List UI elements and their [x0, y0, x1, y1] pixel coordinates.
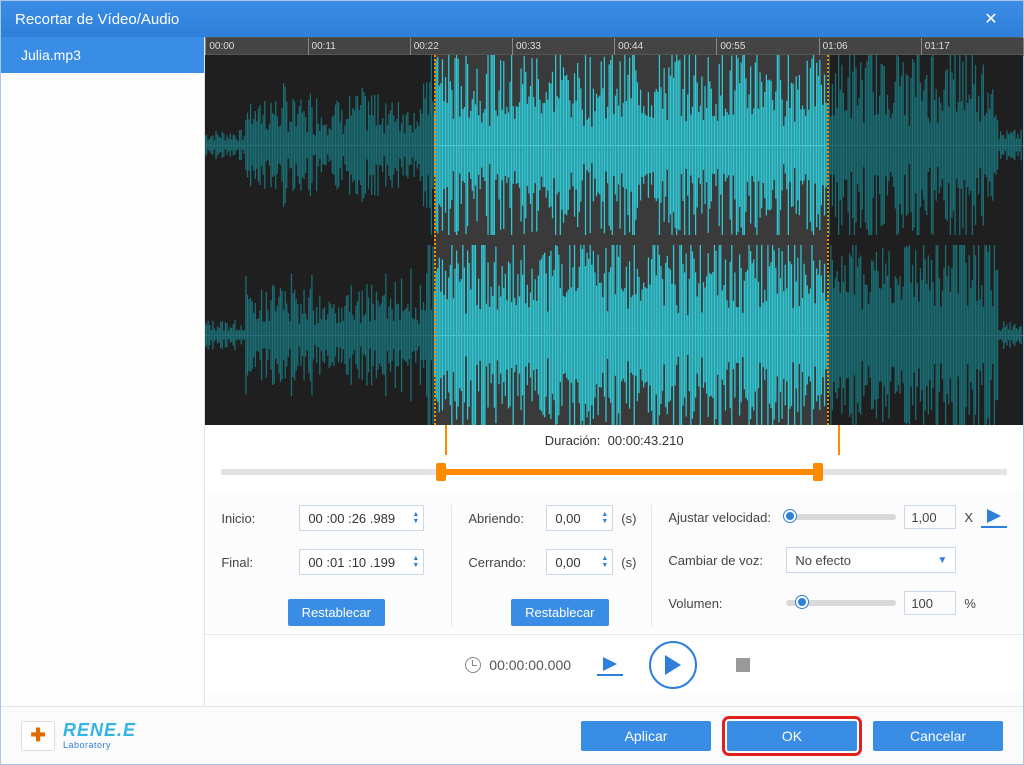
spinner-down-icon[interactable]: ▼ — [601, 518, 608, 525]
range-handle-end[interactable] — [813, 463, 823, 481]
voice-label: Cambiar de voz: — [668, 553, 778, 568]
volume-value[interactable]: 100 — [904, 591, 956, 615]
playback-time: 00:00:00.000 — [489, 657, 571, 673]
fadein-label: Abriendo: — [468, 511, 538, 526]
spinner-up-icon[interactable]: ▲ — [412, 511, 419, 518]
end-label: Final: — [221, 555, 291, 570]
duration-value: 00:00:43.210 — [608, 433, 684, 448]
range-slider[interactable] — [205, 455, 1023, 491]
duration-label: Duración: — [545, 433, 601, 448]
apply-button[interactable]: Aplicar — [581, 721, 711, 751]
selection-marker-start[interactable] — [434, 55, 436, 425]
spinner-up-icon[interactable]: ▲ — [601, 555, 608, 562]
speed-preview-play-icon[interactable] — [981, 506, 1007, 528]
speed-slider[interactable] — [786, 514, 896, 520]
ok-button[interactable]: OK — [727, 721, 857, 751]
reset-trim-button[interactable]: Restablecar — [288, 599, 385, 626]
range-handle-start[interactable] — [436, 463, 446, 481]
volume-slider[interactable] — [786, 600, 896, 606]
start-time-input[interactable]: ▲▼ — [299, 505, 424, 531]
body: Julia.mp3 00:0000:1100:2200:3300:4400:55… — [1, 37, 1023, 706]
brand-logo: ✚ RENE.E Laboratory — [21, 721, 136, 751]
speed-value[interactable]: 1,00 — [904, 505, 956, 529]
selection-dim-right — [827, 55, 1023, 425]
voice-select[interactable]: No efecto ▼ — [786, 547, 956, 573]
waveform-panel: 00:0000:1100:2200:3300:4400:5501:0601:17… — [205, 37, 1023, 491]
clock-icon — [465, 657, 481, 673]
reset-fade-button[interactable]: Restablecar — [511, 599, 608, 626]
logo-badge-icon: ✚ — [21, 721, 55, 751]
cancel-button[interactable]: Cancelar — [873, 721, 1003, 751]
volume-label: Volumen: — [668, 596, 778, 611]
voice-value: No efecto — [795, 553, 851, 568]
play-button[interactable] — [649, 641, 697, 689]
effects-column: Ajustar velocidad: 1,00 X Cambiar de voz… — [651, 505, 1007, 626]
seek-start-icon[interactable] — [597, 654, 623, 676]
logo-line1: RENE.E — [63, 721, 136, 739]
playback-bar: 00:00:00.000 — [205, 634, 1023, 694]
start-label: Inicio: — [221, 511, 291, 526]
trim-column: Inicio: ▲▼ Final: ▲▼ R — [221, 505, 451, 626]
main-panel: 00:0000:1100:2200:3300:4400:5501:0601:17… — [205, 37, 1023, 706]
close-icon[interactable]: ✕ — [973, 9, 1009, 29]
speed-suffix: X — [964, 510, 973, 525]
spinner-up-icon[interactable]: ▲ — [601, 511, 608, 518]
spinner-up-icon[interactable]: ▲ — [412, 555, 419, 562]
fadeout-input[interactable]: ▲▼ — [546, 549, 613, 575]
window-title: Recortar de Vídeo/Audio — [15, 11, 973, 28]
footer: ✚ RENE.E Laboratory Aplicar OK Cancelar — [1, 706, 1023, 764]
duration-bar: Duración: 00:00:43.210 — [205, 425, 1023, 455]
time-ruler[interactable]: 00:0000:1100:2200:3300:4400:5501:0601:17… — [205, 37, 1023, 55]
chevron-down-icon: ▼ — [937, 555, 947, 566]
fade-column: Abriendo: ▲▼ (s) Cerrando: ▲▼ (s — [451, 505, 651, 626]
spinner-down-icon[interactable]: ▼ — [412, 562, 419, 569]
titlebar: Recortar de Vídeo/Audio ✕ — [1, 1, 1023, 37]
playback-clock: 00:00:00.000 — [465, 657, 571, 673]
spinner-down-icon[interactable]: ▼ — [601, 562, 608, 569]
file-item[interactable]: Julia.mp3 — [1, 37, 204, 73]
selection-dim-left — [205, 55, 434, 425]
speed-label: Ajustar velocidad: — [668, 510, 778, 525]
waveform-area[interactable] — [205, 55, 1023, 425]
seconds-unit: (s) — [621, 555, 636, 570]
stop-button[interactable] — [723, 645, 763, 685]
seconds-unit: (s) — [621, 511, 636, 526]
selection-marker-end[interactable] — [827, 55, 829, 425]
logo-line2: Laboratory — [63, 741, 136, 750]
volume-suffix: % — [964, 596, 976, 611]
spinner-down-icon[interactable]: ▼ — [412, 518, 419, 525]
app-window: Recortar de Vídeo/Audio ✕ Julia.mp3 00:0… — [0, 0, 1024, 765]
fadeout-label: Cerrando: — [468, 555, 538, 570]
file-sidebar: Julia.mp3 — [1, 37, 205, 706]
range-rail — [221, 469, 1007, 475]
end-time-input[interactable]: ▲▼ — [299, 549, 424, 575]
controls-row: Inicio: ▲▼ Final: ▲▼ R — [205, 491, 1023, 634]
fadein-input[interactable]: ▲▼ — [546, 505, 613, 531]
